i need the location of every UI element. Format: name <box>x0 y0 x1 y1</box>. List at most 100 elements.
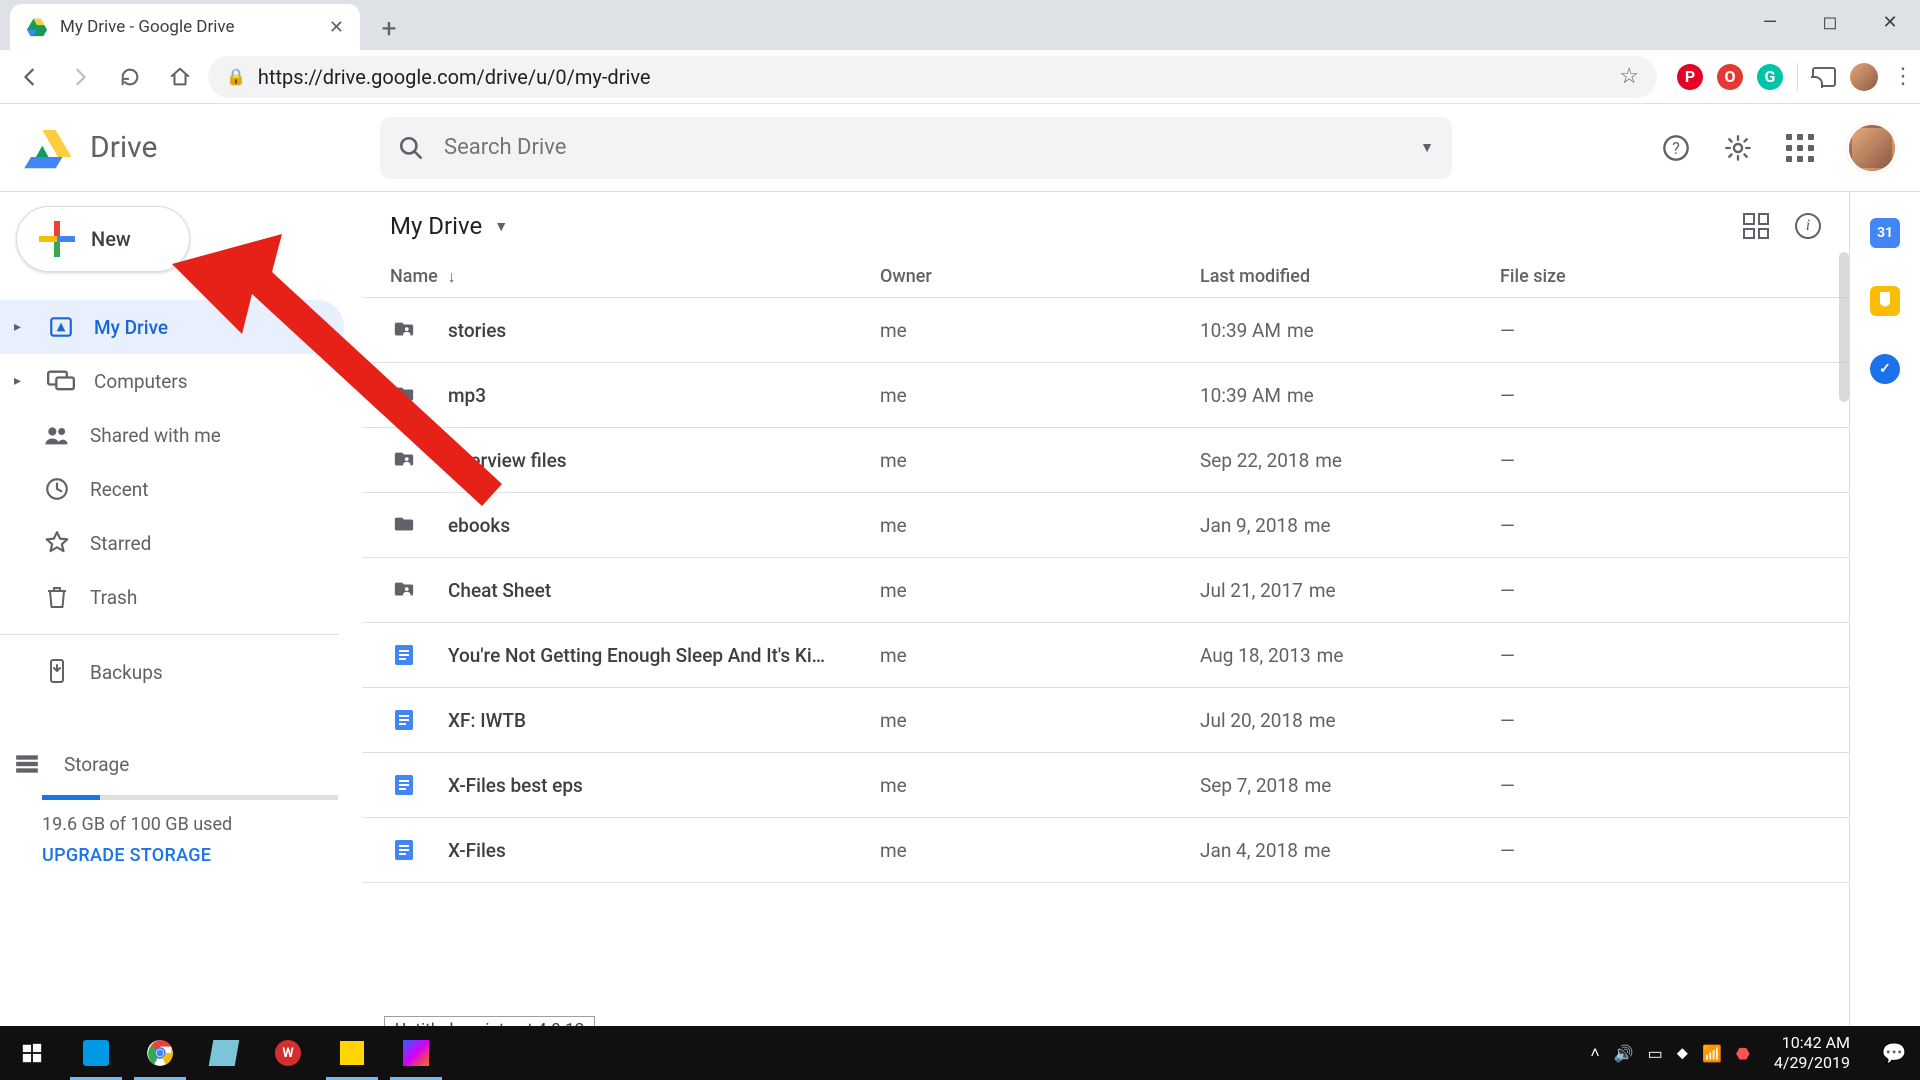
taskbar-app-3[interactable]: W <box>256 1026 320 1080</box>
col-header-modified[interactable]: Last modified <box>1200 266 1500 287</box>
reload-button[interactable] <box>108 55 152 99</box>
back-button[interactable] <box>8 55 52 99</box>
sidebar-item-backups[interactable]: Backups <box>0 645 344 699</box>
sidebar-item-starred[interactable]: Starred <box>0 516 344 570</box>
profile-avatar-small[interactable] <box>1850 63 1878 91</box>
taskbar-chrome[interactable] <box>128 1026 192 1080</box>
table-row[interactable]: XF: IWTBmeJul 20, 2018me— <box>362 688 1849 753</box>
sidebar-item-computers[interactable]: ▸ Computers <box>0 354 344 408</box>
grid-view-icon[interactable] <box>1743 213 1769 239</box>
file-name: ebooks <box>448 514 880 537</box>
tray-volume-icon[interactable]: 🔊 <box>1614 1044 1634 1063</box>
doc-icon <box>390 836 418 864</box>
help-icon[interactable]: ? <box>1660 132 1692 164</box>
taskbar-date: 4/29/2019 <box>1774 1053 1850 1073</box>
table-row[interactable]: Cheat SheetmeJul 21, 2017me— <box>362 558 1849 623</box>
tray-app-icon[interactable]: ⬣ <box>1736 1044 1750 1063</box>
table-row[interactable]: X-Files best epsmeSep 7, 2018me— <box>362 753 1849 818</box>
sidebar-item-shared[interactable]: Shared with me <box>0 408 344 462</box>
bookmark-star-icon[interactable]: ☆ <box>1619 64 1639 89</box>
new-button[interactable]: New <box>16 206 190 272</box>
main-content: My Drive ▼ i Name↓ Owner Last modified F… <box>362 192 1850 1026</box>
file-size: — <box>1500 774 1821 797</box>
home-button[interactable] <box>158 55 202 99</box>
expand-icon[interactable]: ▸ <box>14 319 28 335</box>
file-rows: storiesme10:39 AMme—mp3me10:39 AMme—Inte… <box>362 298 1849 883</box>
settings-gear-icon[interactable] <box>1722 132 1754 164</box>
table-row[interactable]: ebooksmeJan 9, 2018me— <box>362 493 1849 558</box>
plus-icon <box>39 221 75 257</box>
sidebar-item-my-drive[interactable]: ▸ My Drive <box>0 300 344 354</box>
taskbar-app-4[interactable] <box>320 1026 384 1080</box>
table-row[interactable]: You're Not Getting Enough Sleep And It's… <box>362 623 1849 688</box>
tray-battery-icon[interactable]: ▭ <box>1648 1044 1663 1063</box>
sidebar-item-storage[interactable]: Storage <box>0 737 338 791</box>
details-info-icon[interactable]: i <box>1795 213 1821 239</box>
nav-separator <box>0 634 338 635</box>
tray-expand-icon[interactable]: ˄ <box>1590 1043 1599 1063</box>
breadcrumb-title[interactable]: My Drive <box>390 212 482 240</box>
cast-icon[interactable] <box>1812 67 1836 87</box>
table-row[interactable]: Interview filesmeSep 22, 2018me— <box>362 428 1849 493</box>
window-maximize-button[interactable]: ◻ <box>1800 0 1860 44</box>
expand-icon[interactable]: ▸ <box>14 373 28 389</box>
sort-arrow-down-icon: ↓ <box>448 267 456 287</box>
start-button[interactable] <box>0 1026 64 1080</box>
recent-icon <box>42 474 72 504</box>
folder-shared-icon <box>390 446 418 474</box>
table-row[interactable]: X-FilesmeJan 4, 2018me— <box>362 818 1849 883</box>
taskbar-app-2[interactable] <box>192 1026 256 1080</box>
new-tab-button[interactable]: + <box>370 10 408 48</box>
drive-favicon-icon <box>26 16 48 38</box>
tray-dropbox-icon[interactable]: ⬥ <box>1677 1043 1688 1063</box>
file-size: — <box>1500 839 1821 862</box>
chrome-menu-icon[interactable]: ⋮ <box>1892 64 1906 89</box>
calendar-addon-icon[interactable]: 31 <box>1870 218 1900 248</box>
tasks-addon-icon[interactable]: ✓ <box>1870 354 1900 384</box>
scrollbar[interactable] <box>1839 252 1849 402</box>
breadcrumb-dropdown-icon[interactable]: ▼ <box>494 218 508 235</box>
address-bar[interactable]: 🔒 https://drive.google.com/drive/u/0/my-… <box>208 56 1657 98</box>
col-header-name[interactable]: Name↓ <box>390 266 880 287</box>
google-apps-icon[interactable] <box>1784 132 1816 164</box>
drive-logo[interactable]: Drive <box>22 121 362 175</box>
taskbar-clock[interactable]: 10:42 AM 4/29/2019 <box>1764 1033 1860 1073</box>
keep-addon-icon[interactable] <box>1870 286 1900 316</box>
storage-bar <box>42 795 338 800</box>
taskbar-app-1[interactable] <box>64 1026 128 1080</box>
drive-word: Drive <box>90 130 157 165</box>
file-name: mp3 <box>448 384 880 407</box>
sidebar-item-trash[interactable]: Trash <box>0 570 344 624</box>
file-name: XF: IWTB <box>448 709 880 732</box>
file-size: — <box>1500 384 1821 407</box>
tab-close-icon[interactable]: ✕ <box>329 17 344 38</box>
sidebar-item-recent[interactable]: Recent <box>0 462 344 516</box>
separator <box>1797 63 1798 91</box>
account-avatar[interactable] <box>1846 122 1898 174</box>
pinterest-ext-icon[interactable]: P <box>1677 64 1703 90</box>
taskbar-paintnet[interactable] <box>384 1026 448 1080</box>
opera-ext-icon[interactable]: O <box>1717 64 1743 90</box>
window-close-button[interactable]: ✕ <box>1860 0 1920 44</box>
window-minimize-button[interactable]: ― <box>1740 0 1800 44</box>
backups-icon <box>42 657 72 687</box>
search-options-icon[interactable]: ▼ <box>1420 139 1434 156</box>
browser-tab[interactable]: My Drive - Google Drive ✕ <box>10 4 360 50</box>
col-header-size[interactable]: File size <box>1500 266 1821 287</box>
forward-button[interactable] <box>58 55 102 99</box>
table-row[interactable]: storiesme10:39 AMme— <box>362 298 1849 363</box>
search-bar[interactable]: ▼ <box>380 117 1452 179</box>
col-header-owner[interactable]: Owner <box>880 266 1200 287</box>
upgrade-storage-link[interactable]: UPGRADE STORAGE <box>42 845 338 866</box>
file-modified: Jul 21, 2017me <box>1200 579 1500 602</box>
file-owner: me <box>880 579 1200 602</box>
sidebar-nav: ▸ My Drive ▸ Computers Shared with me Re… <box>0 300 362 699</box>
search-input[interactable] <box>444 135 1396 160</box>
tray-wifi-icon[interactable]: 📶 <box>1702 1044 1722 1063</box>
notifications-icon[interactable]: 💬 <box>1874 1041 1914 1065</box>
file-modified: Sep 22, 2018me <box>1200 449 1500 472</box>
table-row[interactable]: mp3me10:39 AMme— <box>362 363 1849 428</box>
sidebar-item-label: Recent <box>90 478 149 501</box>
grammarly-ext-icon[interactable]: G <box>1757 64 1783 90</box>
file-owner: me <box>880 709 1200 732</box>
